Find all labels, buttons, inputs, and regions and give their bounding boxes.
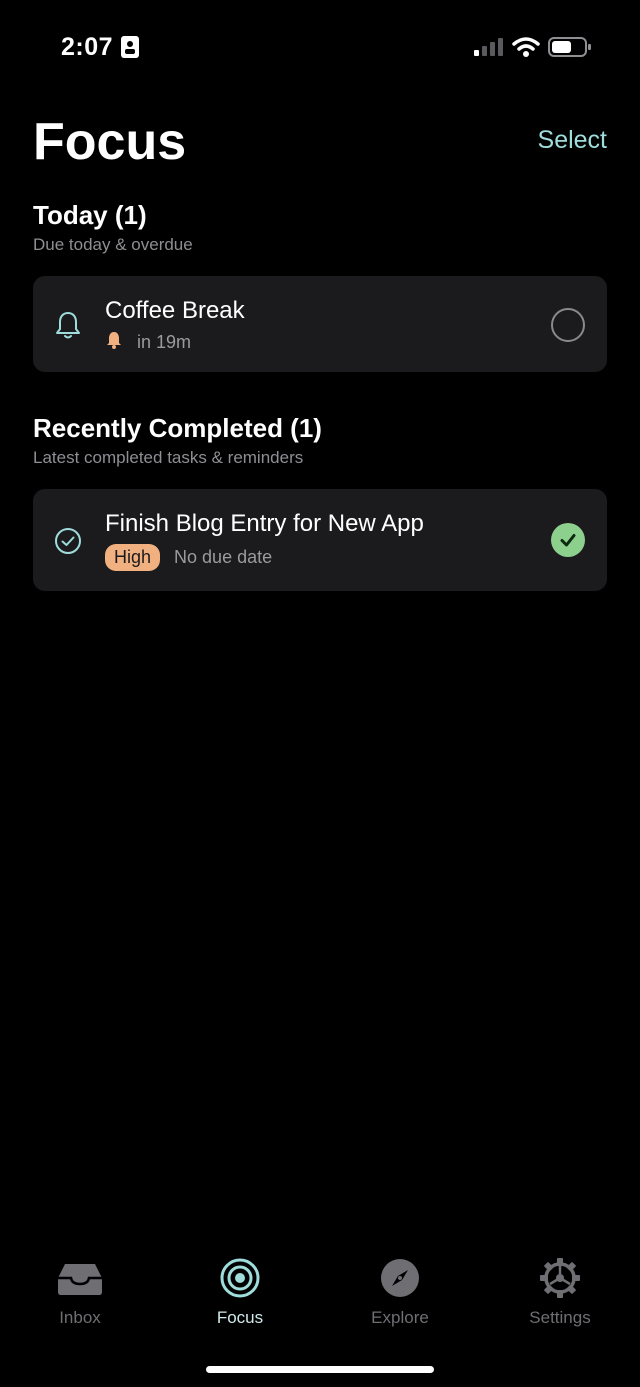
task-meta: in 19m xyxy=(105,331,191,354)
wifi-icon xyxy=(512,36,540,63)
section-subtitle-recent: Latest completed tasks & reminders xyxy=(33,448,304,467)
home-indicator[interactable] xyxy=(206,1366,434,1373)
task-meta: High No due date xyxy=(105,544,272,571)
bell-icon xyxy=(54,310,82,345)
cellular-signal-icon xyxy=(474,38,504,61)
reminder-time: in 19m xyxy=(137,332,192,352)
tab-label: Explore xyxy=(371,1308,429,1327)
section-title-recent: Recently Completed (1) xyxy=(33,413,322,443)
tab-label: Inbox xyxy=(59,1308,101,1327)
checkmark-icon xyxy=(560,534,576,547)
task-title: Coffee Break xyxy=(105,297,245,324)
page-title: Focus xyxy=(33,113,187,171)
task-card[interactable]: Finish Blog Entry for New App High No du… xyxy=(33,489,607,591)
tab-explore[interactable]: Explore xyxy=(320,1255,480,1345)
compass-icon xyxy=(380,1255,420,1301)
inbox-icon xyxy=(57,1255,103,1301)
section-title-today: Today (1) xyxy=(33,200,147,230)
target-icon xyxy=(220,1255,260,1301)
complete-toggle[interactable] xyxy=(551,523,585,557)
status-bar: 2:07 xyxy=(0,0,640,95)
priority-badge: High xyxy=(105,544,161,571)
id-card-icon xyxy=(121,36,139,63)
complete-toggle[interactable] xyxy=(551,308,585,342)
status-time: 2:07 xyxy=(61,33,114,61)
due-date: No due date xyxy=(174,547,273,567)
reminder-bell-icon xyxy=(105,331,123,354)
tab-focus[interactable]: Focus xyxy=(160,1255,320,1345)
tab-settings[interactable]: Settings xyxy=(480,1255,640,1345)
check-circle-icon xyxy=(54,527,82,560)
tab-inbox[interactable]: Inbox xyxy=(0,1255,160,1345)
tab-label: Settings xyxy=(529,1308,591,1327)
task-title: Finish Blog Entry for New App xyxy=(105,510,424,537)
tab-bar: Inbox Focus Explore Settings xyxy=(0,1255,640,1345)
gear-icon xyxy=(539,1255,581,1301)
battery-icon xyxy=(548,36,592,63)
task-card[interactable]: Coffee Break in 19m xyxy=(33,276,607,372)
select-button[interactable]: Select xyxy=(538,126,607,155)
tab-label: Focus xyxy=(216,1308,264,1327)
section-subtitle-today: Due today & overdue xyxy=(33,235,193,254)
